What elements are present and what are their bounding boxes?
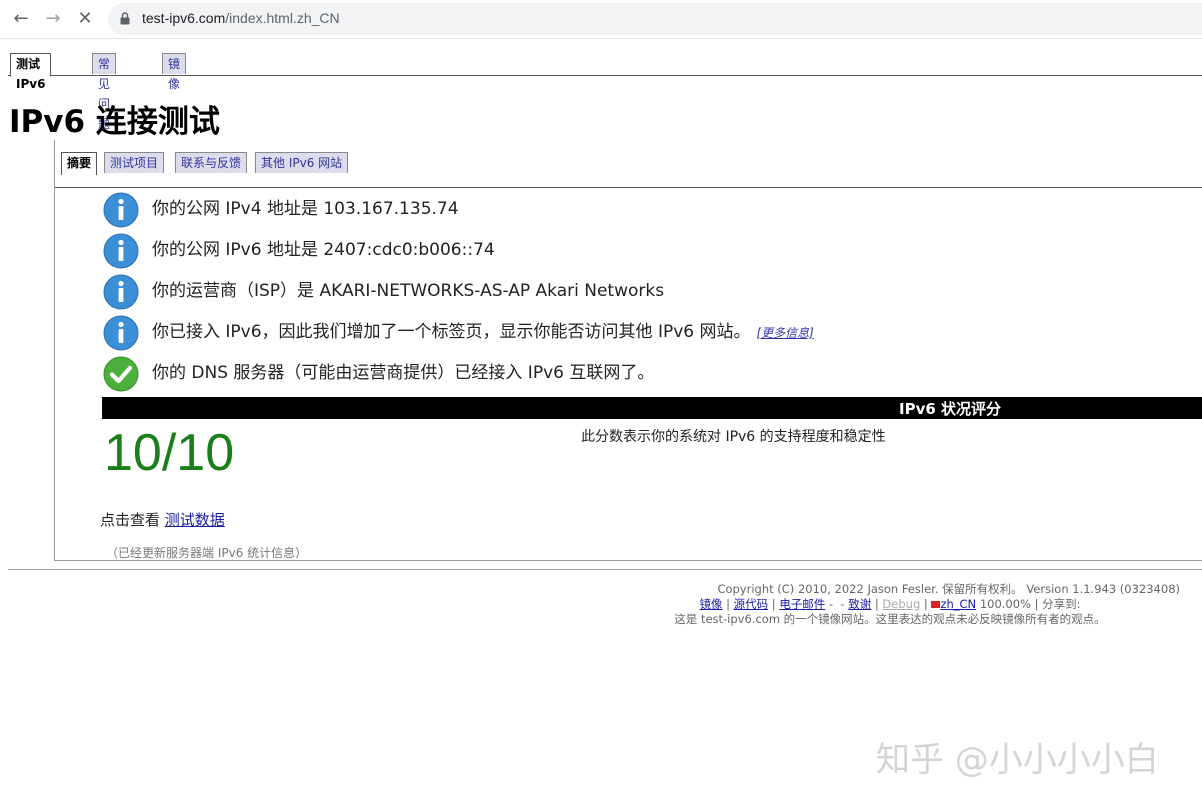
forward-arrow-icon[interactable]: →: [42, 8, 64, 30]
footer-links: 镜像 | 源代码 | 电子邮件 - - 致谢 | Debug | zh_CN 1…: [699, 597, 1081, 611]
footer-link-debug[interactable]: Debug: [882, 597, 920, 611]
tab-contact[interactable]: 联系与反馈: [175, 152, 248, 173]
zoom-level: 100.00%: [979, 597, 1031, 611]
info-text: 你的公网 IPv4 地址是 103.167.135.74: [152, 199, 459, 219]
tab-faq[interactable]: 常见问题: [92, 53, 117, 131]
info-icon: [103, 274, 139, 310]
sub-tab-divider: [55, 187, 1202, 188]
stats-note: （已经更新服务器端 IPv6 统计信息）: [106, 546, 308, 560]
check-icon: [103, 356, 139, 392]
score-description: 此分数表示你的系统对 IPv6 的支持程度和稳定性: [581, 429, 886, 445]
footer-link-mirrors[interactable]: 镜像: [699, 597, 722, 611]
url-path: /index.html.zh_CN: [225, 10, 340, 26]
info-text: 你的公网 IPv6 地址是 2407:cdc0:b006::74: [152, 240, 495, 260]
mirror-note: 这是 test-ipv6.com 的一个镜像网站。这里表达的观点未必反映镜像所有…: [674, 612, 1106, 626]
more-info-link[interactable]: [更多信息]: [757, 326, 814, 340]
tab-summary[interactable]: 摘要: [61, 152, 98, 175]
info-icon: [103, 233, 139, 269]
page-title: IPv6 连接测试: [9, 104, 220, 140]
info-icon: [103, 192, 139, 228]
watermark-text: 知乎 @小小小小白: [876, 740, 1159, 780]
score-value: 10/10: [104, 424, 235, 482]
footer-link-email[interactable]: 电子邮件: [779, 597, 825, 611]
lock-icon: [120, 12, 130, 25]
info-text: 你已接入 IPv6，因此我们增加了一个标签页，显示你能否访问其他 IPv6 网站…: [152, 317, 814, 342]
url-text: test-ipv6.com/index.html.zh_CN: [142, 10, 340, 26]
info-icon: [103, 315, 139, 351]
score-header-bar: IPv6 状况评分: [102, 397, 1202, 419]
score-title: IPv6 状况评分: [899, 400, 1002, 418]
info-text: 你的 DNS 服务器（可能由运营商提供）已经接入 IPv6 互联网了。: [152, 363, 655, 383]
info-text: 你的运营商（ISP）是 AKARI-NETWORKS-AS-AP Akari N…: [152, 281, 665, 301]
footer-link-language[interactable]: zh_CN: [940, 597, 976, 611]
address-bar[interactable]: test-ipv6.com/index.html.zh_CN: [108, 3, 1202, 35]
back-arrow-icon[interactable]: ←: [10, 8, 32, 30]
tab-other-ipv6-sites[interactable]: 其他 IPv6 网站: [255, 152, 349, 173]
url-host: test-ipv6.com: [142, 10, 226, 26]
footer: Copyright (C) 2010, 2022 Jason Fesler. 保…: [600, 582, 1180, 627]
view-data-prefix: 点击查看: [100, 511, 161, 529]
browser-toolbar: ← → ✕ test-ipv6.com/index.html.zh_CN: [0, 0, 1202, 39]
footer-link-thanks[interactable]: 致谢: [848, 597, 871, 611]
view-test-data: 点击查看 测试数据: [100, 509, 225, 530]
footer-divider: [8, 569, 1202, 570]
results-panel: 摘要 测试项目 联系与反馈 其他 IPv6 网站 你的公网 IPv4 地址是 1…: [54, 140, 1202, 561]
tab-test-items[interactable]: 测试项目: [104, 152, 165, 173]
stop-loading-icon[interactable]: ✕: [74, 8, 96, 30]
test-data-link[interactable]: 测试数据: [165, 511, 225, 529]
share-label: 分享到:: [1042, 597, 1081, 611]
tab-test-ipv6[interactable]: 测试 IPv6: [10, 53, 52, 91]
info-text-body: 你已接入 IPv6，因此我们增加了一个标签页，显示你能否访问其他 IPv6 网站…: [152, 322, 751, 342]
tab-mirrors[interactable]: 镜像: [162, 53, 187, 91]
footer-link-source[interactable]: 源代码: [734, 597, 769, 611]
copyright-text: Copyright (C) 2010, 2022 Jason Fesler. 保…: [717, 582, 1180, 596]
tab-divider: [8, 75, 1202, 76]
